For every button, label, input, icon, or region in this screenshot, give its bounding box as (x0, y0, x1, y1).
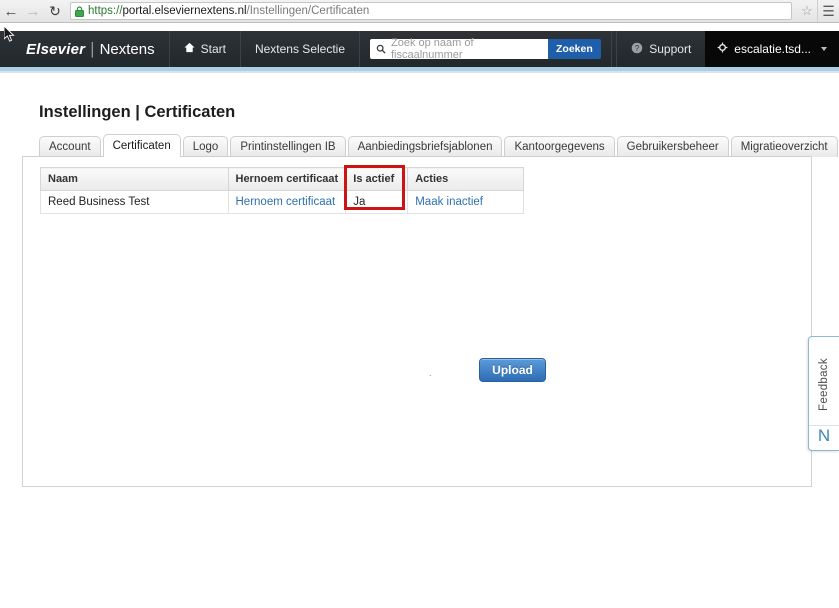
column-header-hernoem-certificaat: Hernoem certificaat (227, 167, 347, 191)
nav-item-support[interactable]: ? Support (616, 31, 705, 67)
hamburger-menu-icon[interactable]: ☰ (817, 0, 839, 22)
gear-icon (717, 42, 728, 56)
table-row: Reed Business Test Hernoem certificaat J… (40, 190, 524, 214)
question-circle-icon: ? (631, 42, 643, 57)
app-navbar: Elsevier | Nextens Start Nextens Selecti… (0, 31, 839, 67)
nextens-n-logo-icon: N (809, 425, 839, 450)
upload-button[interactable]: Upload (479, 358, 546, 382)
browser-chrome: ← → ↻ https://portal.elseviernextens.nl /… (0, 0, 839, 23)
tab-account[interactable]: Account (39, 136, 101, 157)
tab-migratieoverzicht[interactable]: Migratieoverzicht (730, 136, 838, 157)
search-input-placeholder: Zoek op naam of fiscaalnummer (391, 37, 474, 61)
search-submit-button[interactable]: Zoeken (548, 39, 601, 59)
certificates-table: Naam Hernoem certificaat Is actief Actie… (40, 167, 524, 214)
tab-gebruikersbeheer[interactable]: Gebruikersbeheer (616, 136, 729, 157)
tab-kantoorgegevens-label: Kantoorgegevens (514, 141, 605, 153)
svg-text:?: ? (635, 44, 640, 53)
tab-certificaten-label: Certificaten (112, 140, 171, 152)
settings-tab-strip: Account Certificaten Logo Printinstellin… (39, 134, 838, 157)
nav-item-nextens-selectie-label: Nextens Selectie (254, 42, 345, 56)
content-panel: Naam Hernoem certificaat Is actief Actie… (22, 156, 812, 487)
feedback-tab-label: Feedback (818, 358, 830, 412)
tab-certificaten[interactable]: Certificaten (102, 134, 181, 157)
tab-logo[interactable]: Logo (182, 136, 229, 157)
file-input-stub[interactable]: . (429, 369, 438, 378)
column-header-is-actief: Is actief (345, 167, 409, 191)
tab-aanbiedingsbriefsjablonen[interactable]: Aanbiedingsbriefsjablonen (347, 136, 503, 157)
brand-logo-separator: | (90, 39, 95, 58)
tab-aanbiedingsbriefsjablonen-label: Aanbiedingsbriefsjablonen (357, 141, 493, 153)
tab-kantoorgegevens[interactable]: Kantoorgegevens (504, 136, 615, 157)
nav-item-nextens-selectie[interactable]: Nextens Selectie (239, 31, 359, 67)
cell-hernoem: Hernoem certificaat (227, 190, 347, 214)
user-menu-label: escalatie.tsd... (734, 42, 811, 56)
column-header-acties: Acties (407, 167, 524, 191)
brand-logo-secondary: Nextens (99, 40, 155, 58)
hernoem-certificaat-link[interactable]: Hernoem certificaat (236, 196, 336, 208)
nav-item-support-label: Support (649, 42, 692, 56)
column-header-naam: Naam (40, 167, 229, 191)
cell-acties: Maak inactief (407, 190, 524, 214)
chevron-down-icon (821, 47, 827, 51)
url-path: /Instellingen/Certificaten (246, 5, 370, 17)
tab-printinstellingen-ib-label: Printinstellingen IB (240, 141, 336, 153)
table-header-row: Naam Hernoem certificaat Is actief Actie… (40, 167, 524, 191)
cell-naam: Reed Business Test (40, 190, 229, 214)
tab-printinstellingen-ib[interactable]: Printinstellingen IB (230, 136, 346, 157)
maak-inactief-link[interactable]: Maak inactief (415, 196, 483, 208)
nav-item-start-label: Start (200, 42, 226, 56)
search-input[interactable]: Zoek op naam of fiscaalnummer (370, 37, 548, 61)
address-bar[interactable]: https://portal.elseviernextens.nl/Instel… (70, 2, 792, 20)
url-host: portal.elseviernextens.nl (122, 5, 247, 17)
feedback-tab[interactable]: Feedback N (808, 336, 839, 451)
search-area: Zoek op naam of fiscaalnummer Zoeken (359, 31, 611, 67)
forward-arrow-icon[interactable]: → (22, 0, 44, 22)
tab-logo-label: Logo (192, 141, 219, 153)
page-viewport: Elsevier | Nextens Start Nextens Selecti… (0, 23, 839, 608)
tab-gebruikersbeheer-label: Gebruikersbeheer (626, 141, 719, 153)
tab-migratieoverzicht-label: Migratieoverzicht (740, 141, 828, 153)
brand-logo-primary: Elsevier (26, 40, 86, 58)
page-title: Instellingen | Certificaten (39, 103, 236, 121)
star-icon[interactable]: ☆ (797, 3, 817, 19)
nav-item-start[interactable]: Start (168, 31, 240, 67)
brand-logo[interactable]: Elsevier | Nextens (0, 31, 169, 67)
url-scheme: https:// (88, 5, 123, 17)
back-arrow-icon[interactable]: ← (0, 0, 22, 22)
user-menu[interactable]: escalatie.tsd... (705, 31, 839, 67)
tab-account-label: Account (49, 141, 91, 153)
lock-icon (75, 5, 84, 17)
home-icon (184, 42, 195, 56)
reload-icon[interactable]: ↻ (44, 0, 66, 22)
page-body: Instellingen | Certificaten Account Cert… (0, 73, 839, 593)
cell-is-actief: Ja (345, 190, 409, 214)
search-icon (376, 44, 386, 54)
